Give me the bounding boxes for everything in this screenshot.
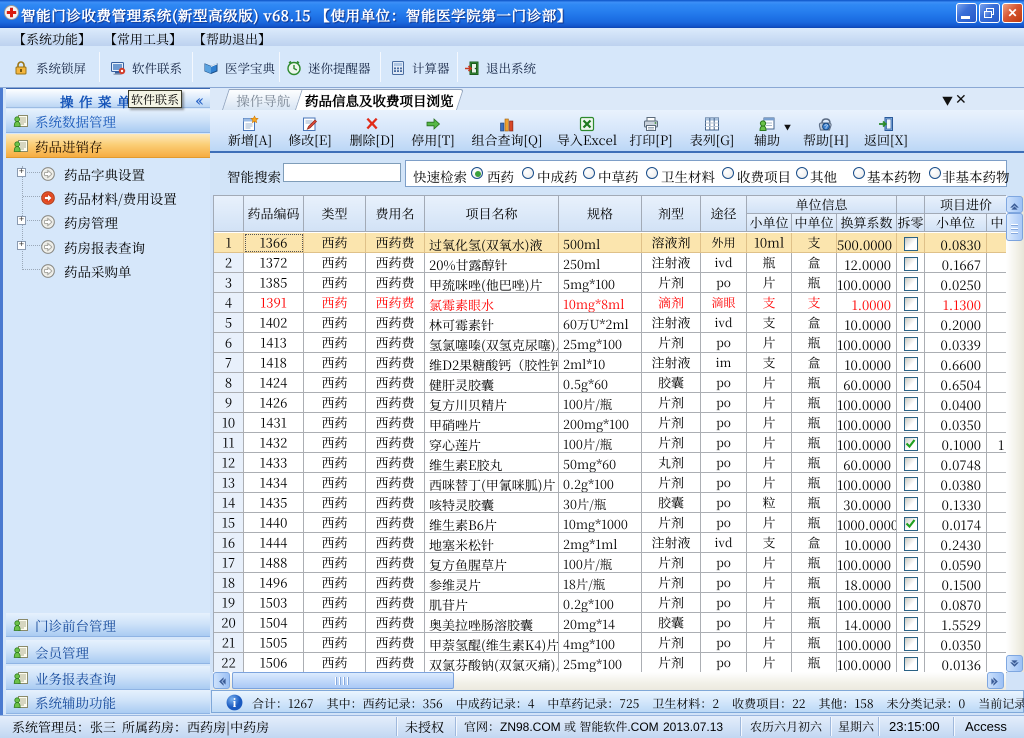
svg-text:i: i — [233, 696, 237, 710]
